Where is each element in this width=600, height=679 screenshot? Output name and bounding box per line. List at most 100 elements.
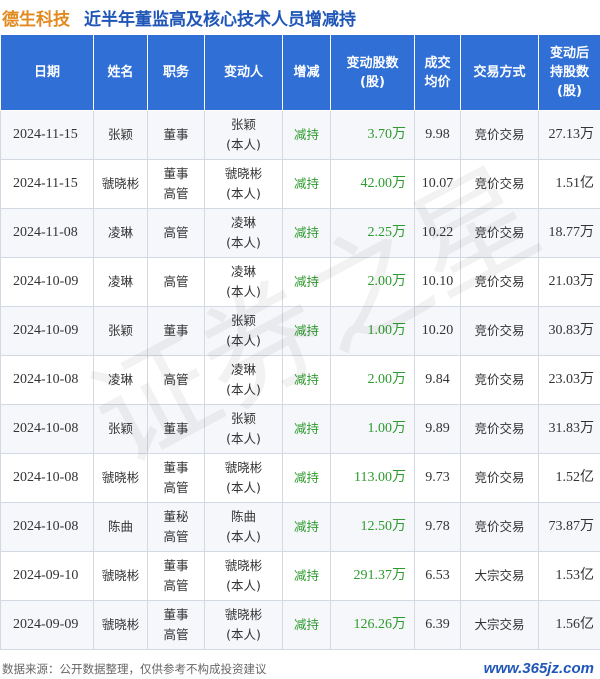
table-row: 2024-10-08 陈曲 董秘 高管 陈曲 (本人) 减持 12.50万 9.78 竞价交易 73… — [0, 502, 600, 552]
cell-after: 1.52亿 — [538, 453, 600, 503]
cell-direction: 减持 — [282, 110, 331, 160]
cell-line: 虢晓彬 — [224, 607, 263, 622]
data-source-note: 数据来源：公开数据整理，仅供参考不构成投资建议 — [2, 662, 267, 676]
cell-line: 高管 — [163, 480, 189, 495]
table-row: 2024-11-08 凌琳 高管 凌琳 (本人) 减持 2.25万 10.22 竞价交易 18.7… — [0, 208, 600, 258]
cell-changer: 虢晓彬 (本人) — [204, 551, 283, 601]
cell-position: 董秘 高管 — [147, 502, 205, 552]
cell-direction: 减持 — [282, 502, 331, 552]
cell-line: (本人) — [226, 431, 261, 446]
table-row: 2024-11-15 虢晓彬 董事 高管 虢晓彬 (本人) 减持 42.00万 10.07 竞价交… — [0, 159, 600, 209]
cell-date: 2024-09-10 — [0, 551, 94, 601]
cell-name: 虢晓彬 — [93, 551, 148, 601]
cell-changer: 凌琳 (本人) — [204, 257, 283, 307]
cell-line: 高管 — [163, 274, 189, 289]
cell-method: 竞价交易 — [460, 453, 539, 503]
column-header-label: 变动后 — [549, 46, 589, 61]
table-row: 2024-10-08 张颖 董事 张颖 (本人) 减持 1.00万 9.89 竞价交易 31.83… — [0, 404, 600, 454]
cell-quantity: 3.70万 — [330, 110, 415, 160]
table-row: 2024-10-08 凌琳 高管 凌琳 (本人) 减持 2.00万 9.84 竞价交易 23.03… — [0, 355, 600, 405]
cell-line: 凌琳 — [230, 215, 256, 230]
cell-changer: 张颖 (本人) — [204, 306, 283, 356]
cell-changer: 张颖 (本人) — [204, 110, 283, 160]
cell-line: 高管 — [163, 578, 189, 593]
cell-line: 凌琳 — [230, 264, 256, 279]
cell-avg_price: 9.84 — [414, 355, 461, 405]
cell-line: 董事 — [163, 460, 189, 475]
site-logo[interactable]: www.365jz.com — [483, 659, 594, 679]
cell-line: (本人) — [226, 137, 261, 152]
cell-avg_price: 9.89 — [414, 404, 461, 454]
cell-method: 竞价交易 — [460, 502, 539, 552]
column-header-name: 姓名 — [93, 34, 148, 111]
cell-date: 2024-11-15 — [0, 110, 94, 160]
column-header-label: (股) — [557, 84, 582, 99]
cell-changer: 凌琳 (本人) — [204, 208, 283, 258]
cell-avg_price: 10.20 — [414, 306, 461, 356]
cell-changer: 虢晓彬 (本人) — [204, 159, 283, 209]
cell-position: 高管 — [147, 355, 205, 405]
cell-line: 高管 — [163, 372, 189, 387]
cell-line: 陈曲 — [230, 509, 256, 524]
cell-position: 董事 高管 — [147, 159, 205, 209]
column-header-label: 增减 — [293, 65, 320, 80]
cell-name: 虢晓彬 — [93, 159, 148, 209]
cell-line: (本人) — [226, 333, 261, 348]
cell-date: 2024-10-09 — [0, 306, 94, 356]
cell-quantity: 1.00万 — [330, 404, 415, 454]
cell-method: 竞价交易 — [460, 257, 539, 307]
table-row: 2024-10-09 凌琳 高管 凌琳 (本人) 减持 2.00万 10.10 竞价交易 21.0… — [0, 257, 600, 307]
cell-avg_price: 9.73 — [414, 453, 461, 503]
cell-position: 高管 — [147, 208, 205, 258]
cell-name: 凌琳 — [93, 355, 148, 405]
cell-direction: 减持 — [282, 551, 331, 601]
cell-name: 虢晓彬 — [93, 600, 148, 650]
table-header-row: 日期 姓名 职务 变动人 增减 变动股数 (股) 成交 均价 交易方式 变动后 持股数 (股) — [0, 34, 600, 111]
cell-date: 2024-10-08 — [0, 453, 94, 503]
cell-line: 董事 — [163, 323, 189, 338]
cell-direction: 减持 — [282, 306, 331, 356]
cell-line: (本人) — [226, 284, 261, 299]
cell-after: 21.03万 — [538, 257, 600, 307]
column-header-label: 持股数 — [549, 65, 589, 80]
cell-line: (本人) — [226, 382, 261, 397]
column-header-label: (股) — [360, 74, 385, 90]
cell-line: 董秘 — [163, 509, 189, 524]
cell-name: 张颖 — [93, 404, 148, 454]
cell-avg_price: 10.07 — [414, 159, 461, 209]
cell-position: 董事 — [147, 306, 205, 356]
cell-line: 凌琳 — [230, 362, 256, 377]
cell-direction: 减持 — [282, 404, 331, 454]
cell-method: 竞价交易 — [460, 306, 539, 356]
cell-date: 2024-09-09 — [0, 600, 94, 650]
cell-date: 2024-10-08 — [0, 355, 94, 405]
cell-line: (本人) — [226, 186, 261, 201]
cell-quantity: 12.50万 — [330, 502, 415, 552]
column-header-position: 职务 — [147, 34, 205, 111]
cell-quantity: 1.00万 — [330, 306, 415, 356]
cell-avg_price: 9.98 — [414, 110, 461, 160]
cell-changer: 张颖 (本人) — [204, 404, 283, 454]
cell-method: 竞价交易 — [460, 208, 539, 258]
cell-position: 高管 — [147, 257, 205, 307]
column-header-label: 成交 — [424, 55, 451, 71]
cell-avg_price: 10.22 — [414, 208, 461, 258]
column-header-label: 变动股数 — [346, 55, 399, 71]
cell-avg_price: 6.39 — [414, 600, 461, 650]
cell-changer: 陈曲 (本人) — [204, 502, 283, 552]
cell-after: 1.51亿 — [538, 159, 600, 209]
cell-after: 1.56亿 — [538, 600, 600, 650]
cell-quantity: 2.00万 — [330, 257, 415, 307]
cell-line: (本人) — [226, 578, 261, 593]
cell-line: 高管 — [163, 529, 189, 544]
cell-position: 董事 — [147, 110, 205, 160]
column-header-label: 日期 — [33, 65, 60, 80]
footer: 数据来源：公开数据整理，仅供参考不构成投资建议 www.365jz.com — [0, 659, 600, 679]
cell-after: 27.13万 — [538, 110, 600, 160]
cell-line: 董事 — [163, 558, 189, 573]
cell-method: 竞价交易 — [460, 110, 539, 160]
cell-name: 凌琳 — [93, 208, 148, 258]
column-header-date: 日期 — [0, 34, 94, 111]
column-header-after: 变动后持股数 (股) — [538, 34, 600, 111]
column-header-direction: 增减 — [282, 34, 331, 111]
